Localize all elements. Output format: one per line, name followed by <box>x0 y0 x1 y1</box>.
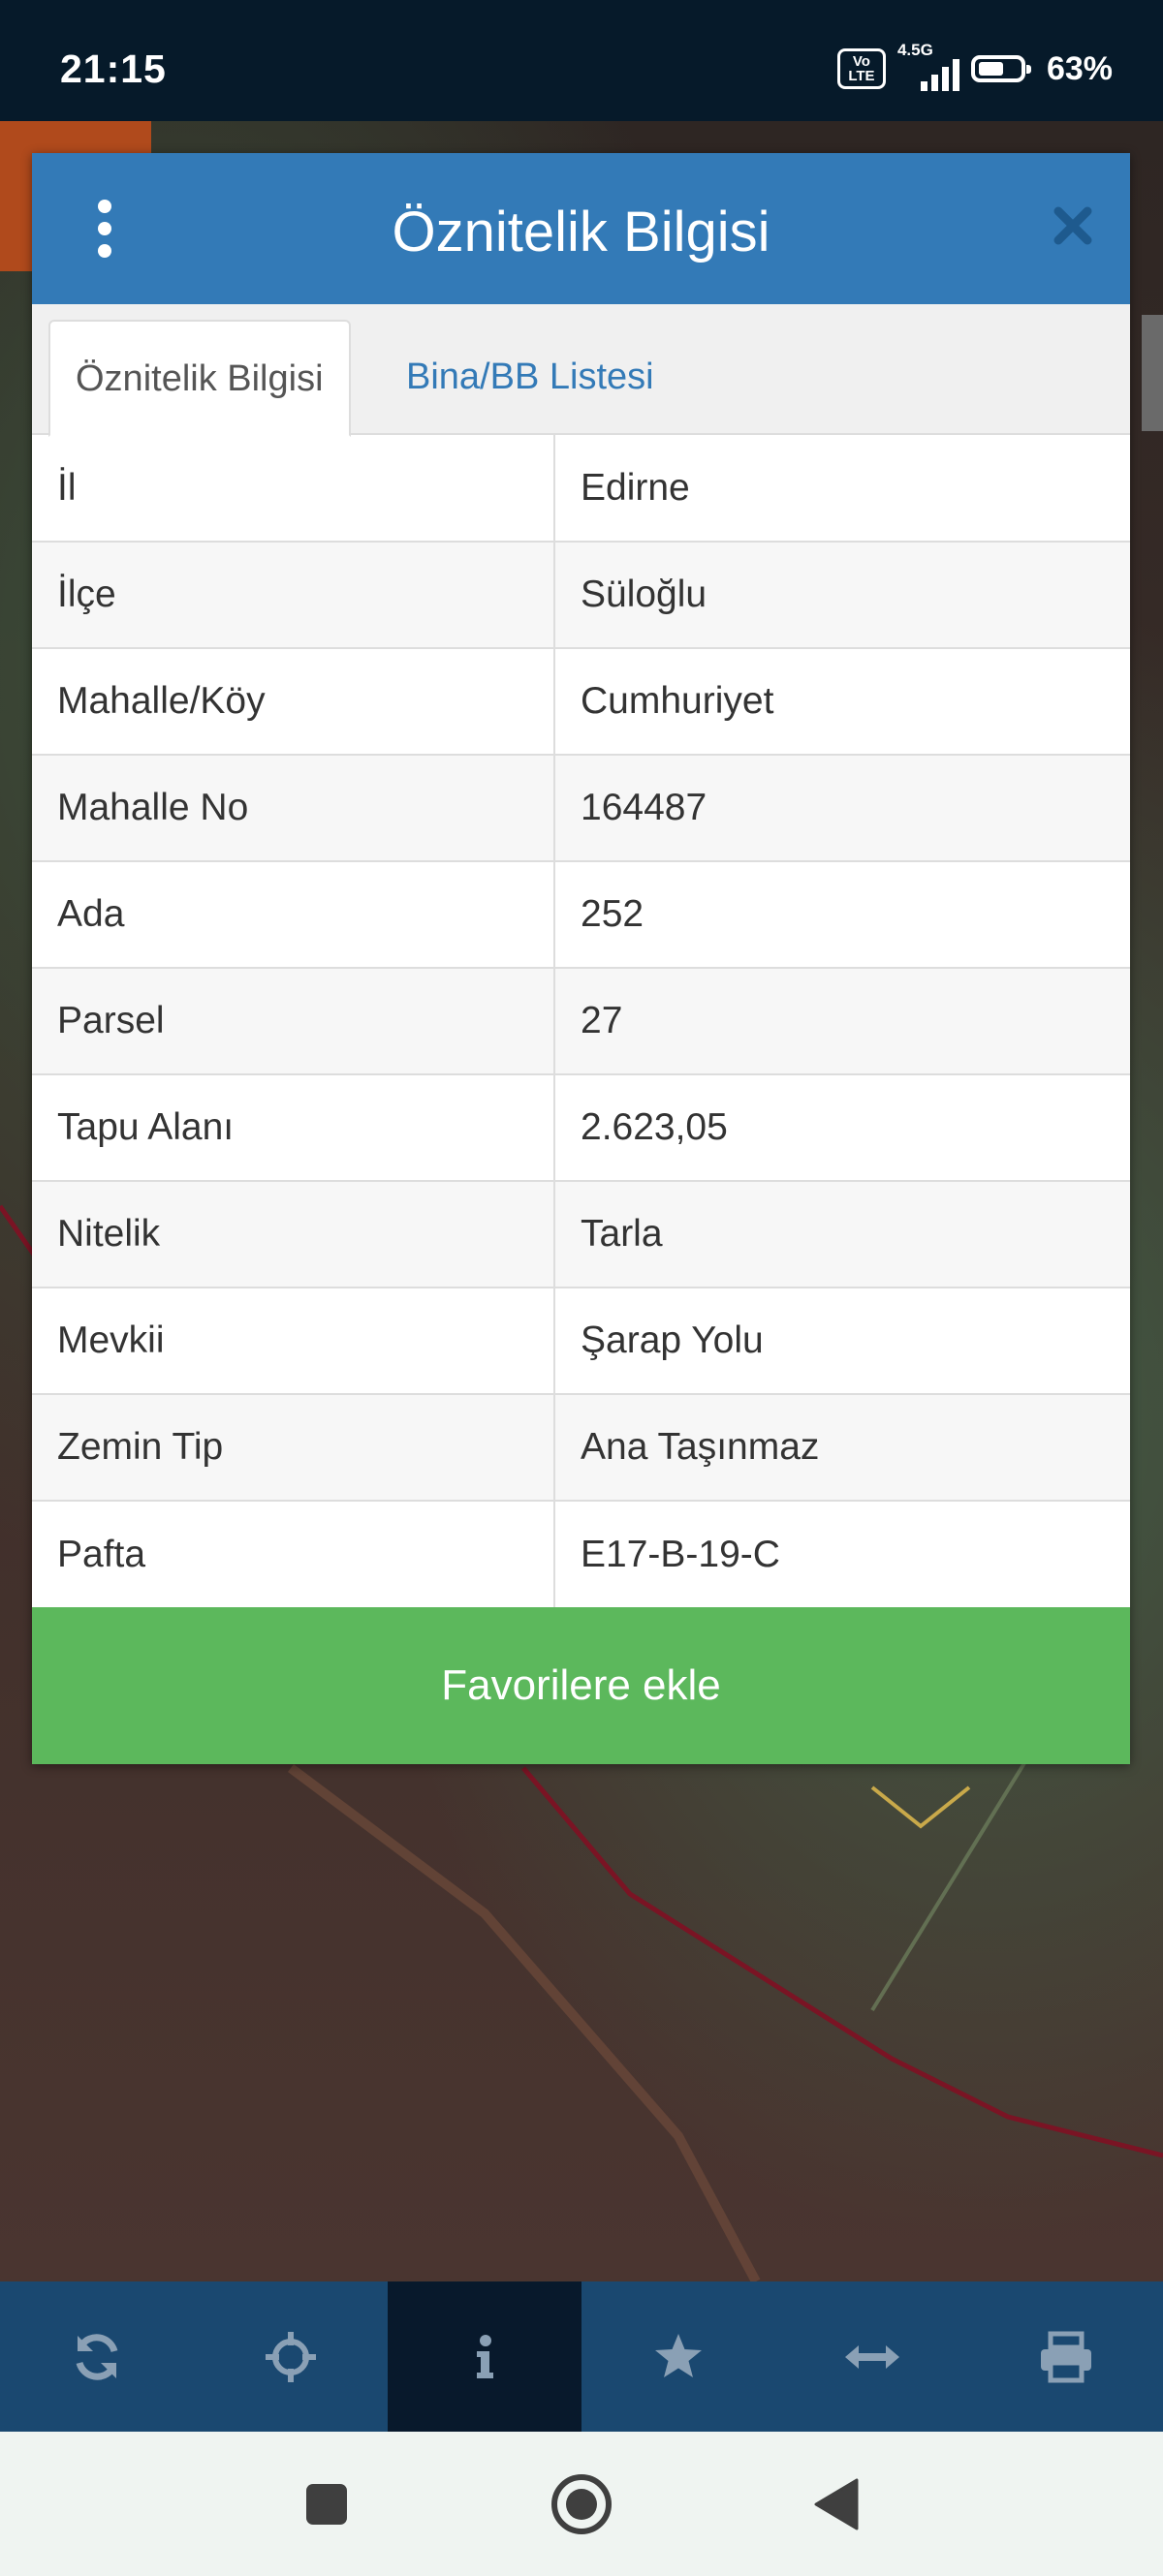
back-button[interactable] <box>778 2432 895 2576</box>
attribute-value: Süloğlu <box>554 541 1130 648</box>
table-row: İlçe Süloğlu <box>32 541 1130 648</box>
attribute-key: Ada <box>32 860 555 968</box>
attribute-value: 2.623,05 <box>554 1073 1130 1181</box>
recents-button[interactable] <box>268 2432 385 2576</box>
tab-building-list[interactable]: Bina/BB Listesi <box>381 320 679 435</box>
locate-button[interactable] <box>194 2281 388 2432</box>
print-button[interactable] <box>969 2281 1163 2432</box>
table-row: Nitelik Tarla <box>32 1180 1130 1288</box>
home-circle-icon <box>551 2473 612 2534</box>
status-icons: Vo LTE 4.5G 63% <box>836 41 1113 93</box>
favorites-button[interactable] <box>582 2281 775 2432</box>
battery-icon <box>970 55 1031 82</box>
close-icon[interactable] <box>1051 203 1095 248</box>
table-row: Ada 252 <box>32 860 1130 968</box>
star-icon <box>655 2333 702 2377</box>
table-row: Mahalle No 164487 <box>32 754 1130 861</box>
status-time: 21:15 <box>60 47 167 91</box>
attribute-table: İl Edirne İlçe Süloğlu Mahalle/Köy Cumhu… <box>32 435 1130 1607</box>
add-to-favorites-button[interactable]: Favorilere ekle <box>32 1607 1130 1764</box>
battery-fill <box>978 62 1003 76</box>
crosshair-icon <box>266 2331 316 2382</box>
table-row: Tapu Alanı 2.623,05 <box>32 1073 1130 1181</box>
measure-arrows-icon <box>845 2344 899 2369</box>
status-bar: 21:15 Vo LTE 4.5G 63% <box>0 0 1163 121</box>
attribute-key: Mahalle/Köy <box>32 647 555 755</box>
table-row: Mahalle/Köy Cumhuriyet <box>32 647 1130 755</box>
table-row: Pafta E17-B-19-C <box>32 1500 1130 1607</box>
attribute-value: Cumhuriyet <box>554 647 1130 755</box>
attribute-value: Edirne <box>581 466 690 509</box>
attribute-value: 27 <box>554 967 1130 1074</box>
refresh-button[interactable] <box>0 2281 194 2432</box>
print-icon <box>1041 2331 1091 2382</box>
attribute-value: Ana Taşınmaz <box>554 1393 1130 1501</box>
map-toolbar <box>0 2281 1163 2432</box>
attribute-value: 252 <box>554 860 1130 968</box>
attribute-value: Şarap Yolu <box>554 1287 1130 1394</box>
attribute-value: E17-B-19-C <box>554 1500 1130 1607</box>
dialog-title: Öznitelik Bilgisi <box>392 201 770 264</box>
attribute-key: Parsel <box>32 967 555 1074</box>
table-row: İl Edirne <box>32 435 1130 542</box>
tab-bar: Öznitelik Bilgisi Bina/BB Listesi <box>32 304 1130 437</box>
attribute-value: Tarla <box>554 1180 1130 1288</box>
signal-icon: 4.5G <box>897 41 959 91</box>
map-scroll-handle[interactable] <box>1142 315 1163 431</box>
attribute-key: Nitelik <box>32 1180 555 1288</box>
dialog-header: Öznitelik Bilgisi <box>32 153 1130 304</box>
home-button[interactable] <box>523 2432 640 2576</box>
attribute-key: Mahalle No <box>32 754 555 861</box>
system-nav-bar <box>0 2432 1163 2576</box>
tab-attribute-info[interactable]: Öznitelik Bilgisi <box>48 320 351 437</box>
recents-square-icon <box>306 2483 347 2525</box>
attribute-key: İl <box>32 435 555 542</box>
table-row: Mevkii Şarap Yolu <box>32 1287 1130 1394</box>
network-type-label: 4.5G <box>896 41 933 59</box>
back-triangle-icon <box>814 2478 859 2529</box>
volte-icon: Vo LTE <box>836 48 886 89</box>
refresh-icon <box>76 2333 118 2380</box>
attribute-key: Zemin Tip <box>32 1393 555 1501</box>
attribute-key: İlçe <box>32 541 555 648</box>
attribute-key: Pafta <box>32 1500 555 1607</box>
table-row: Zemin Tip Ana Taşınmaz <box>32 1393 1130 1501</box>
battery-percent: 63% <box>1046 49 1113 87</box>
attribute-value: 164487 <box>554 754 1130 861</box>
info-button[interactable] <box>388 2281 582 2432</box>
info-icon <box>477 2334 493 2378</box>
measure-button[interactable] <box>775 2281 969 2432</box>
attribute-key: Mevkii <box>32 1287 555 1394</box>
attribute-dialog: Öznitelik Bilgisi Öznitelik Bilgisi Bina… <box>32 153 1130 1764</box>
attribute-key: Tapu Alanı <box>32 1073 555 1181</box>
table-row: Parsel 27 <box>32 967 1130 1074</box>
